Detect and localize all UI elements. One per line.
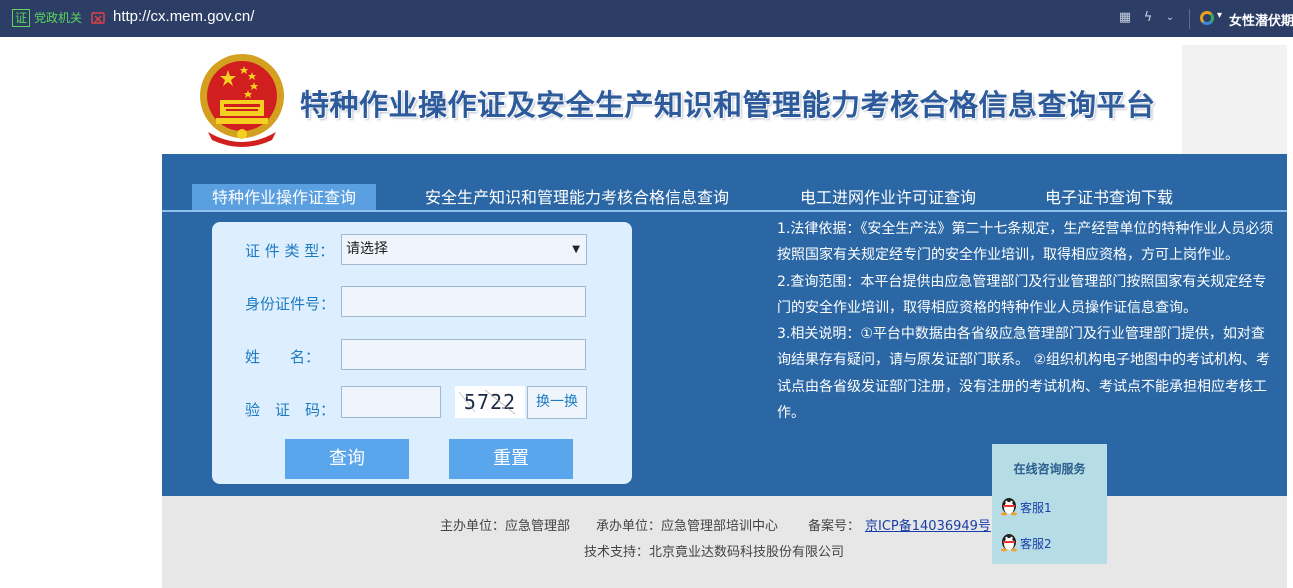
service-agent-2-label[interactable]: 客服2 xyxy=(1020,535,1052,552)
query-button[interactable]: 查询 xyxy=(285,439,409,479)
footer-host: 主办单位：应急管理部 xyxy=(440,519,571,534)
query-scope-text: 2.查询范围：本平台提供由应急管理部门及行业管理部门按照国家有关规定经专门的安全… xyxy=(777,273,1267,316)
id-number-input[interactable] xyxy=(341,286,586,317)
footer-icp-label: 备案号： xyxy=(808,519,861,534)
search-engine-icon[interactable] xyxy=(1200,11,1214,25)
browser-address-bar: 证 党政机关 http://cx.mem.gov.cn/ ▦ ϟ ⌄ ▾ 女性潜… xyxy=(0,0,1293,37)
captcha-refresh-button[interactable]: 换一换 xyxy=(527,386,587,419)
related-notes-text: 3.相关说明：①平台中数据由各省级应急管理部门及行业管理部门提供，如对查询结果存… xyxy=(777,326,1270,422)
captcha-image[interactable]: 5722 xyxy=(455,386,525,418)
footer-organizer: 承办单位：应急管理部培训中心 xyxy=(596,519,779,534)
grid-icon[interactable]: ▦ xyxy=(1117,10,1133,26)
footer-icp-link[interactable]: 京ICP备14036949号 xyxy=(865,515,991,534)
search-engine-dropdown-icon[interactable]: ▾ xyxy=(1217,10,1222,21)
banner-right-panel xyxy=(1182,45,1287,154)
tab-electrician-permit[interactable]: 电工进网作业许可证查询 xyxy=(800,184,976,211)
chevron-down-icon[interactable]: ⌄ xyxy=(1162,10,1178,26)
gov-cert-label[interactable]: 党政机关 xyxy=(34,9,82,26)
name-label: 姓 名： xyxy=(245,348,321,366)
insecure-connection-icon[interactable] xyxy=(90,10,106,26)
tab-bar: 特种作业操作证查询 安全生产知识和管理能力考核合格信息查询 电工进网作业许可证查… xyxy=(162,184,1287,212)
tab-special-operation-cert[interactable]: 特种作业操作证查询 xyxy=(192,184,377,211)
legal-basis-text: 1.法律依据：《安全生产法》第二十七条规定，生产经营单位的特种作业人员必须按照国… xyxy=(777,221,1274,264)
online-service-widget: 在线咨询服务 客服1 客服2 xyxy=(992,444,1107,564)
online-service-title: 在线咨询服务 xyxy=(1013,462,1086,476)
qq-penguin-icon xyxy=(1001,498,1017,516)
tab-underline xyxy=(162,210,1287,212)
tab-safety-knowledge-assessment[interactable]: 安全生产知识和管理能力考核合格信息查询 xyxy=(425,184,729,211)
name-input[interactable] xyxy=(341,339,586,370)
national-emblem-logo xyxy=(200,54,284,147)
captcha-noise xyxy=(458,389,516,415)
cert-type-selected-value: 请选择 xyxy=(346,241,388,257)
footer-tech-support: 技术支持：北京竟业达数码科技股份有限公司 xyxy=(584,545,845,560)
reset-button[interactable]: 重置 xyxy=(449,439,573,479)
id-number-label: 身份证件号： xyxy=(245,295,336,313)
cert-type-select[interactable]: 请选择 ▼ xyxy=(341,234,587,265)
captcha-label: 验 证 码： xyxy=(245,401,336,419)
search-box-text[interactable]: 女性潜伏期 xyxy=(1229,10,1293,29)
tab-e-certificate-download[interactable]: 电子证书查询下载 xyxy=(1045,184,1173,211)
url-field[interactable]: http://cx.mem.gov.cn/ xyxy=(113,8,254,25)
service-agent-1-label[interactable]: 客服1 xyxy=(1020,499,1052,516)
info-panel: 1.法律依据：《安全生产法》第二十七条规定，生产经营单位的特种作业人员必须按照国… xyxy=(777,216,1277,426)
cert-type-label: 证 件 类 型： xyxy=(245,242,335,260)
page-title: 特种作业操作证及安全生产知识和管理能力考核合格信息查询平台 xyxy=(300,88,1156,122)
captcha-input[interactable] xyxy=(341,386,441,418)
toolbar-separator xyxy=(1189,9,1190,29)
dropdown-arrow-icon: ▼ xyxy=(572,244,580,255)
qq-penguin-icon xyxy=(1001,534,1017,552)
gov-cert-icon[interactable]: 证 xyxy=(12,9,30,27)
lightning-icon[interactable]: ϟ xyxy=(1140,10,1156,26)
